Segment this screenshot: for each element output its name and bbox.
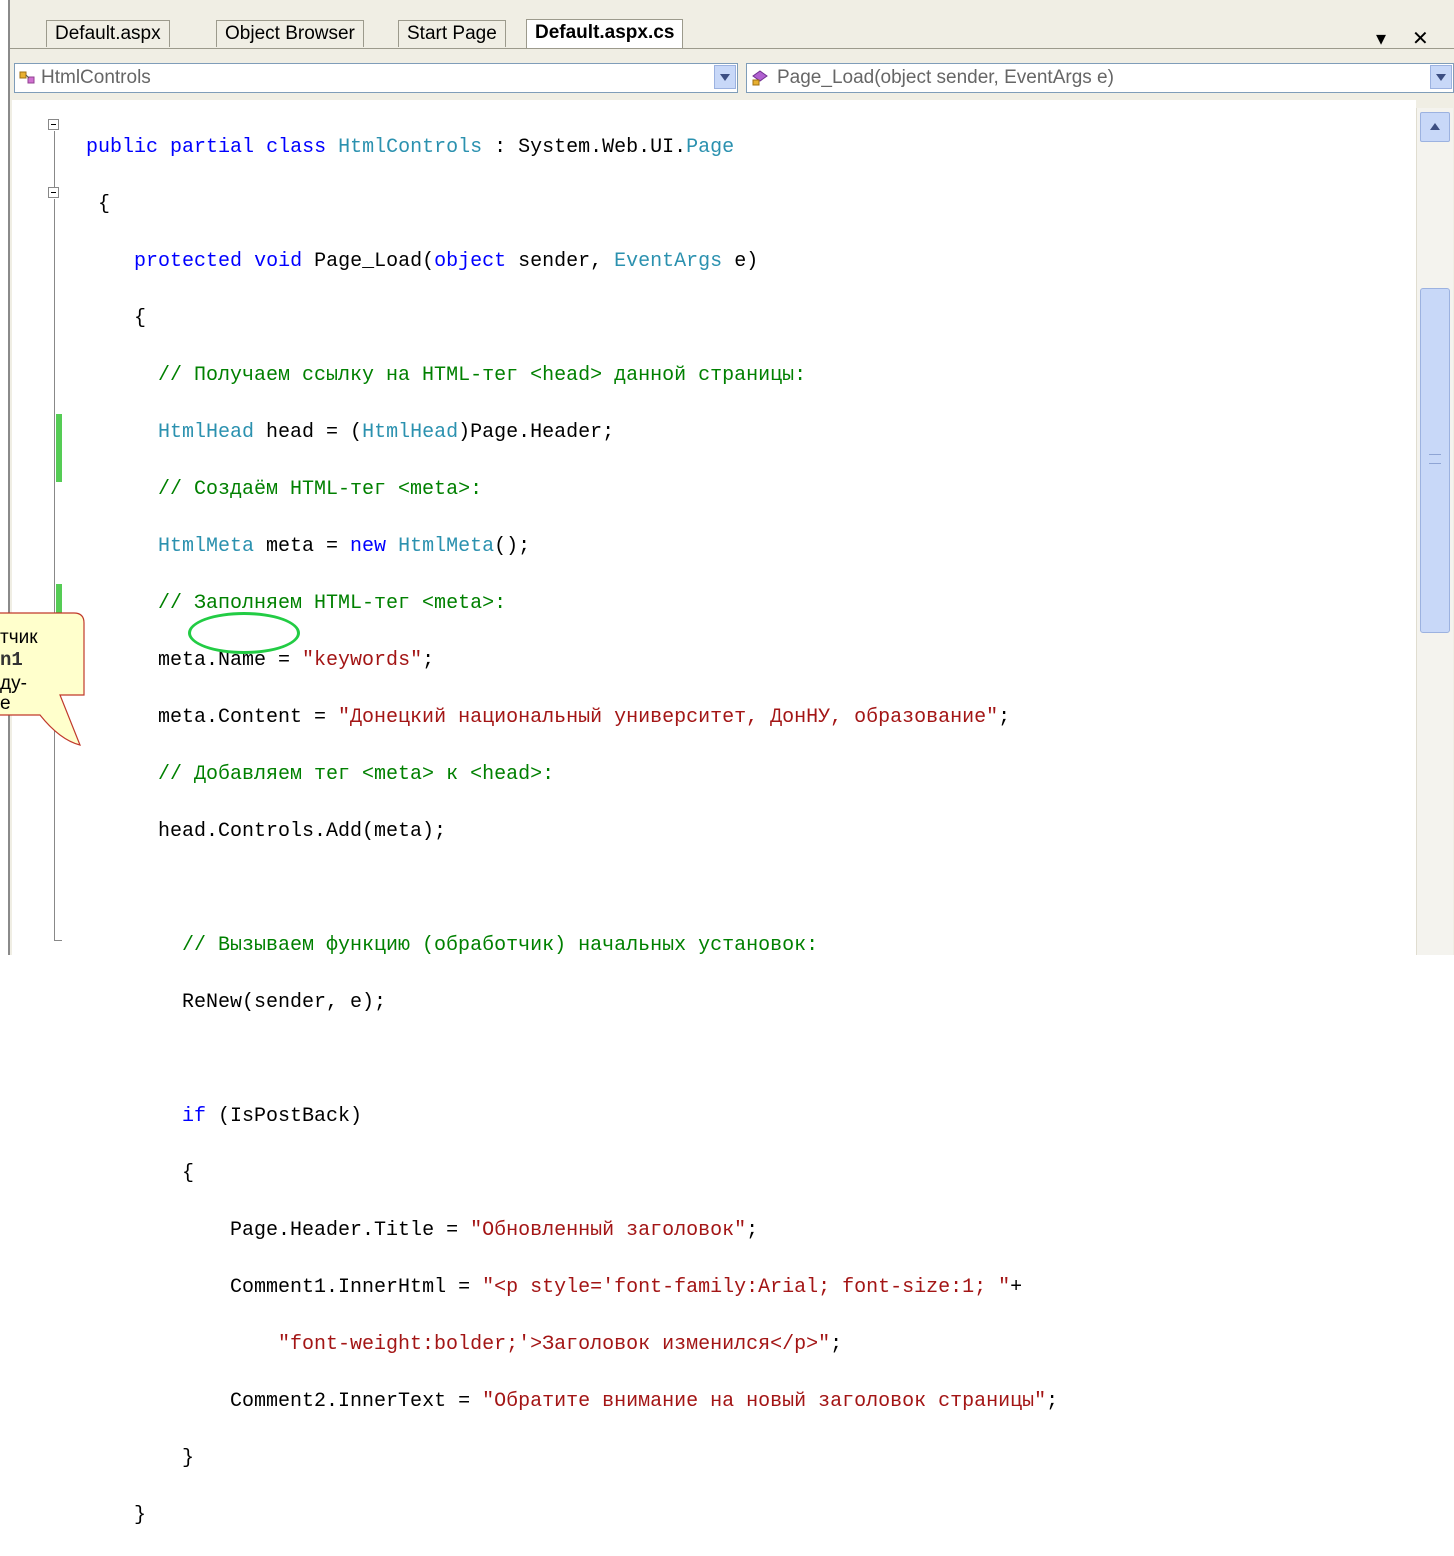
code-line: { (134, 307, 147, 330)
code-line: { (98, 193, 111, 216)
member-combo-dropdown-icon[interactable] (1430, 65, 1452, 89)
code-line: public partial class HtmlControls : Syst… (86, 136, 735, 159)
class-combo[interactable]: HtmlControls (14, 63, 738, 93)
code-line: // Добавляем тег <meta> к <head>: (158, 763, 555, 786)
class-combo-dropdown-icon[interactable] (714, 65, 736, 89)
grip-icon (1429, 454, 1441, 464)
code-line: HtmlHead head = (HtmlHead)Page.Header; (158, 421, 615, 444)
close-icon[interactable]: ✕ (1412, 26, 1429, 50)
code-line: meta.Content = "Донецкий национальный ун… (158, 706, 1011, 729)
tab-default-aspx[interactable]: Default.aspx (46, 20, 170, 47)
scroll-up-icon[interactable] (1420, 112, 1450, 142)
code-line: // Создаём HTML-тег <meta>: (158, 478, 483, 501)
code-line: } (134, 1504, 147, 1527)
class-icon (19, 71, 35, 84)
code-line: "font-weight:bolder;'>Заголовок изменилс… (278, 1333, 843, 1356)
code-line: HtmlMeta meta = new HtmlMeta(); (158, 535, 531, 558)
method-icon (752, 70, 768, 86)
tab-list-dropdown-icon[interactable]: ▾ (1376, 26, 1386, 50)
code-line: // Вызываем функцию (обработчик) начальн… (182, 934, 819, 957)
left-border (8, 0, 10, 955)
code-line: ReNew(sender, e); (182, 991, 387, 1014)
outline-line (54, 131, 55, 187)
vertical-scrollbar[interactable] (1416, 108, 1453, 955)
code-line: Comment1.InnerHtml = "<p style='font-fam… (230, 1276, 1023, 1299)
member-combo[interactable]: Page_Load(object sender, EventArgs e) (746, 63, 1454, 93)
tab-object-browser[interactable]: Object Browser (216, 20, 364, 47)
outline-line (54, 199, 55, 941)
member-combo-text: Page_Load(object sender, EventArgs e) (777, 67, 1114, 88)
code-line: head.Controls.Add(meta); (158, 820, 447, 843)
tab-start-page[interactable]: Start Page (398, 20, 506, 47)
code-line: Page.Header.Title = "Обновленный заголов… (230, 1219, 759, 1242)
code-text: public partial class HtmlControls : Syst… (86, 108, 1058, 1556)
code-line: // Получаем ссылку на HTML-тег <head> да… (158, 364, 807, 387)
collapse-method-icon[interactable] (48, 187, 59, 198)
code-line: Comment2.InnerText = "Обратите внимание … (230, 1390, 1059, 1413)
tab-default-aspx-cs[interactable]: Default.aspx.cs (526, 19, 684, 48)
callout-text: тчик n1 ду- е (0, 627, 38, 714)
highlight-ellipse (188, 612, 300, 654)
code-line: if (IsPostBack) (182, 1105, 363, 1128)
scroll-thumb[interactable] (1420, 288, 1450, 633)
code-line: } (182, 1447, 195, 1470)
class-combo-text: HtmlControls (41, 67, 151, 88)
navigation-bar: HtmlControls Page_Load(object sender, Ev… (10, 60, 1454, 96)
changed-lines-marker (56, 414, 62, 482)
collapse-class-icon[interactable] (48, 119, 59, 130)
outline-end-tick (54, 940, 62, 941)
tab-strip: Default.aspx Object Browser Start Page D… (10, 10, 1454, 50)
code-line: { (182, 1162, 195, 1185)
code-line: protected void Page_Load(object sender, … (134, 250, 759, 273)
